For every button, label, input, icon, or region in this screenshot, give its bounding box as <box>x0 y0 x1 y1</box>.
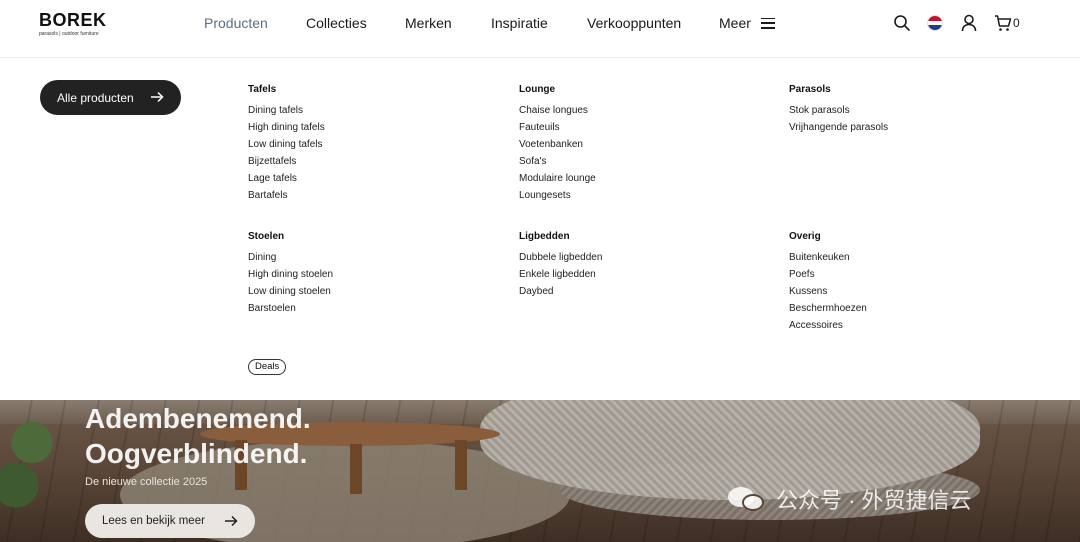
site-header: BOREK parasols | outdoor furniture Produ… <box>0 0 1080 58</box>
borek-logo[interactable]: BOREK parasols | outdoor furniture <box>39 11 107 37</box>
menu-link[interactable]: High dining tafels <box>248 119 325 136</box>
mega-menu-producten: Alle producten Tafels Dining tafels High… <box>0 58 1080 400</box>
menu-link[interactable]: Enkele ligbedden <box>519 266 602 283</box>
menu-column-stoelen: Stoelen Dining High dining stoelen Low d… <box>248 231 333 317</box>
hero-title-line2: Oogverblindend. <box>85 438 308 469</box>
menu-link[interactable]: Daybed <box>519 283 602 300</box>
menu-link[interactable]: Dining <box>248 249 333 266</box>
menu-link[interactable]: Dining tafels <box>248 102 325 119</box>
menu-column-title[interactable]: Lounge <box>519 84 596 95</box>
arrow-right-icon <box>224 515 238 530</box>
all-products-label: Alle producten <box>57 90 134 105</box>
menu-link[interactable]: Buitenkeuken <box>789 249 867 266</box>
menu-link[interactable]: Vrijhangende parasols <box>789 119 888 136</box>
deals-chip[interactable]: Deals <box>248 359 287 375</box>
nav-merken[interactable]: Merken <box>405 15 452 31</box>
menu-column-title[interactable]: Ligbedden <box>519 231 602 242</box>
menu-column-lounge: Lounge Chaise longues Fauteuils Voetenba… <box>519 84 596 204</box>
menu-link[interactable]: Bijzettafels <box>248 153 325 170</box>
menu-column-tafels: Tafels Dining tafels High dining tafels … <box>248 84 325 204</box>
menu-link[interactable]: Voetenbanken <box>519 136 596 153</box>
header-actions: 0 <box>893 14 1033 34</box>
all-products-button[interactable]: Alle producten <box>40 80 181 115</box>
nav-meer-label: Meer <box>719 15 751 31</box>
logo-tagline: parasols | outdoor furniture <box>39 31 99 37</box>
nav-producten[interactable]: Producten <box>204 15 268 31</box>
nav-collecties[interactable]: Collecties <box>306 15 367 31</box>
menu-link[interactable]: Beschermhoezen <box>789 300 867 317</box>
menu-column-parasols: Parasols Stok parasols Vrijhangende para… <box>789 84 888 136</box>
menu-link[interactable]: Low dining tafels <box>248 136 325 153</box>
hero-plant <box>0 400 80 542</box>
watermark-text: 公众号 · 外贸捷信云 <box>776 488 972 513</box>
menu-link[interactable]: Modulaire lounge <box>519 170 596 187</box>
menu-column-overig: Overig Buitenkeuken Poefs Kussens Besche… <box>789 231 867 334</box>
menu-link[interactable]: Bartafels <box>248 187 325 204</box>
menu-column-title[interactable]: Parasols <box>789 84 888 95</box>
menu-link[interactable]: Lage tafels <box>248 170 325 187</box>
logo-wordmark: BOREK <box>39 10 107 30</box>
flag-nl-icon[interactable] <box>927 15 943 31</box>
menu-link[interactable]: Low dining stoelen <box>248 283 333 300</box>
arrow-right-icon <box>150 91 164 106</box>
nav-inspiratie[interactable]: Inspiratie <box>491 15 548 31</box>
hero-subtitle: De nieuwe collectie 2025 <box>85 476 208 488</box>
read-more-button[interactable]: Lees en bekijk meer <box>85 504 255 538</box>
hero-title: Adembenemend. Oogverblindend. <box>85 401 311 471</box>
nav-verkooppunten[interactable]: Verkooppunten <box>587 15 681 31</box>
hero-table-leg <box>350 444 362 494</box>
menu-column-title[interactable]: Overig <box>789 231 867 242</box>
menu-column-ligbedden: Ligbedden Dubbele ligbedden Enkele ligbe… <box>519 231 602 300</box>
menu-link[interactable]: Fauteuils <box>519 119 596 136</box>
menu-link[interactable]: Kussens <box>789 283 867 300</box>
hero-table-leg <box>455 440 467 490</box>
user-icon[interactable] <box>961 14 977 37</box>
wechat-icon <box>728 485 766 513</box>
search-icon[interactable] <box>893 14 911 37</box>
hero-banner: Adembenemend. Oogverblindend. De nieuwe … <box>0 400 1080 542</box>
cart-icon[interactable] <box>994 14 1012 37</box>
menu-column-title[interactable]: Stoelen <box>248 231 333 242</box>
menu-column-title[interactable]: Tafels <box>248 84 325 95</box>
menu-link[interactable]: Stok parasols <box>789 102 888 119</box>
menu-link[interactable]: Dubbele ligbedden <box>519 249 602 266</box>
read-more-label: Lees en bekijk meer <box>102 515 205 527</box>
watermark: 公众号 · 外贸捷信云 <box>728 483 972 515</box>
nav-meer[interactable]: Meer <box>719 15 775 31</box>
menu-link[interactable]: Chaise longues <box>519 102 596 119</box>
hero-title-line1: Adembenemend. <box>85 403 311 434</box>
menu-link[interactable]: Poefs <box>789 266 867 283</box>
menu-icon <box>760 17 775 29</box>
cart-count: 0 <box>1013 16 1020 30</box>
menu-link[interactable]: Loungesets <box>519 187 596 204</box>
menu-link[interactable]: High dining stoelen <box>248 266 333 283</box>
menu-link[interactable]: Sofa's <box>519 153 596 170</box>
menu-link[interactable]: Accessoires <box>789 317 867 334</box>
menu-link[interactable]: Barstoelen <box>248 300 333 317</box>
